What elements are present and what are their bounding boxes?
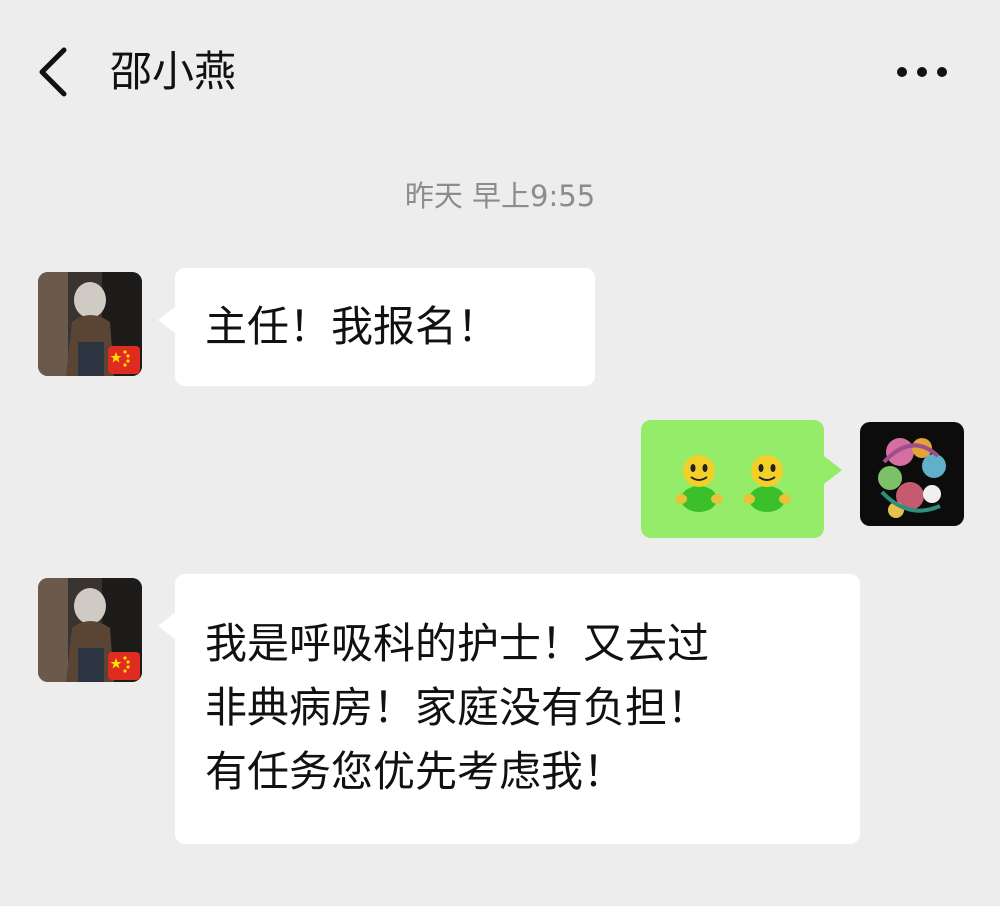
message-text-line: 非典病房！家庭没有负担！ [205, 683, 710, 732]
back-button[interactable] [30, 42, 80, 102]
message-timestamp: 昨天 早上9:55 [404, 179, 596, 213]
message-bubble-received[interactable]: 主任！我报名！ [175, 268, 595, 386]
floral-letter-avatar [860, 422, 964, 526]
bubble-tail [158, 306, 176, 334]
my-avatar[interactable] [860, 422, 964, 526]
chat-header: 邵小燕 [0, 0, 1000, 150]
message-bubble-received[interactable]: 我是呼吸科的护士！又去过 非典病房！家庭没有负担！ 有任务您优先考虑我！ [175, 574, 860, 844]
contact-avatar[interactable] [38, 272, 142, 376]
china-flag-badge-icon [108, 346, 140, 374]
more-options-button[interactable] [894, 60, 950, 84]
more-dots-icon [897, 67, 947, 77]
contact-avatar-photo [38, 578, 142, 682]
message-text: 主任！我报名！ [205, 302, 500, 351]
emoji-sticker-icon [675, 455, 791, 512]
china-flag-badge-icon [108, 652, 140, 680]
message-bubble-sent[interactable] [641, 420, 824, 538]
back-chevron-icon [39, 47, 67, 97]
contact-avatar-photo [38, 272, 142, 376]
contact-avatar[interactable] [38, 578, 142, 682]
chat-title: 邵小燕 [110, 47, 237, 96]
message-text-line: 我是呼吸科的护士！又去过 [205, 619, 710, 668]
bubble-tail [824, 456, 842, 484]
bubble-tail [158, 612, 176, 640]
message-text-line: 有任务您优先考虑我！ [205, 747, 626, 796]
